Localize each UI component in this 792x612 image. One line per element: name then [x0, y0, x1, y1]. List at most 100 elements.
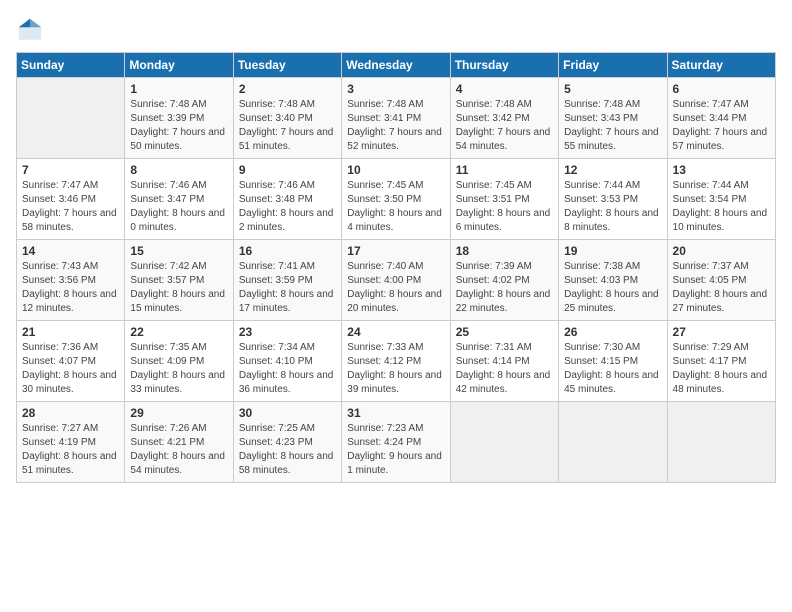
calendar-cell: 17 Sunrise: 7:40 AMSunset: 4:00 PMDayligh… [342, 240, 450, 321]
day-number: 4 [456, 82, 553, 96]
day-number: 5 [564, 82, 661, 96]
calendar-cell: 10 Sunrise: 7:45 AMSunset: 3:50 PMDayligh… [342, 159, 450, 240]
calendar-cell: 7 Sunrise: 7:47 AMSunset: 3:46 PMDaylight… [17, 159, 125, 240]
calendar-cell: 28 Sunrise: 7:27 AMSunset: 4:19 PMDayligh… [17, 402, 125, 483]
day-info: Sunrise: 7:33 AMSunset: 4:12 PMDaylight:… [347, 341, 444, 397]
calendar-cell: 20 Sunrise: 7:37 AMSunset: 4:05 PMDayligh… [667, 240, 775, 321]
day-number: 21 [22, 325, 119, 339]
calendar-cell: 8 Sunrise: 7:46 AMSunset: 3:47 PMDaylight… [125, 159, 233, 240]
day-info: Sunrise: 7:42 AMSunset: 3:57 PMDaylight:… [130, 260, 227, 316]
column-header-sunday: Sunday [17, 53, 125, 78]
calendar-cell [667, 402, 775, 483]
column-header-monday: Monday [125, 53, 233, 78]
day-number: 20 [673, 244, 770, 258]
week-row-3: 14 Sunrise: 7:43 AMSunset: 3:56 PMDayligh… [17, 240, 776, 321]
day-number: 24 [347, 325, 444, 339]
calendar-cell: 1Sunrise: 7:48 AMSunset: 3:39 PMDaylight… [125, 78, 233, 159]
day-number: 16 [239, 244, 336, 258]
column-header-friday: Friday [559, 53, 667, 78]
day-info: Sunrise: 7:30 AMSunset: 4:15 PMDaylight:… [564, 341, 661, 397]
calendar-cell: 23Sunrise: 7:34 AMSunset: 4:10 PMDayligh… [233, 321, 341, 402]
day-number: 28 [22, 406, 119, 420]
calendar-cell: 2Sunrise: 7:48 AMSunset: 3:40 PMDaylight… [233, 78, 341, 159]
day-info: Sunrise: 7:34 AMSunset: 4:10 PMDaylight:… [239, 341, 336, 397]
calendar-cell: 22Sunrise: 7:35 AMSunset: 4:09 PMDayligh… [125, 321, 233, 402]
week-row-1: 1Sunrise: 7:48 AMSunset: 3:39 PMDaylight… [17, 78, 776, 159]
day-number: 30 [239, 406, 336, 420]
day-info: Sunrise: 7:31 AMSunset: 4:14 PMDaylight:… [456, 341, 553, 397]
day-number: 14 [22, 244, 119, 258]
calendar-cell: 9 Sunrise: 7:46 AMSunset: 3:48 PMDaylight… [233, 159, 341, 240]
day-info: Sunrise: 7:29 AMSunset: 4:17 PMDaylight:… [673, 341, 770, 397]
day-info: Sunrise: 7:47 AMSunset: 3:44 PMDaylight:… [673, 98, 770, 154]
day-info: Sunrise: 7:46 AMSunset: 3:48 PMDaylight:… [239, 179, 336, 235]
day-number: 17 [347, 244, 444, 258]
calendar-cell: 26 Sunrise: 7:30 AMSunset: 4:15 PMDayligh… [559, 321, 667, 402]
week-row-4: 21 Sunrise: 7:36 AMSunset: 4:07 PMDayligh… [17, 321, 776, 402]
calendar-cell: 19 Sunrise: 7:38 AMSunset: 4:03 PMDayligh… [559, 240, 667, 321]
day-info: Sunrise: 7:26 AMSunset: 4:21 PMDaylight:… [130, 422, 227, 478]
day-number: 2 [239, 82, 336, 96]
day-info: Sunrise: 7:37 AMSunset: 4:05 PMDaylight:… [673, 260, 770, 316]
column-header-thursday: Thursday [450, 53, 558, 78]
calendar-cell: 15 Sunrise: 7:42 AMSunset: 3:57 PMDayligh… [125, 240, 233, 321]
day-number: 25 [456, 325, 553, 339]
calendar-cell: 21 Sunrise: 7:36 AMSunset: 4:07 PMDayligh… [17, 321, 125, 402]
calendar-cell: 18 Sunrise: 7:39 AMSunset: 4:02 PMDayligh… [450, 240, 558, 321]
day-info: Sunrise: 7:40 AMSunset: 4:00 PMDaylight:… [347, 260, 444, 316]
day-number: 15 [130, 244, 227, 258]
day-info: Sunrise: 7:48 AMSunset: 3:42 PMDaylight:… [456, 98, 553, 154]
day-number: 6 [673, 82, 770, 96]
day-number: 3 [347, 82, 444, 96]
day-info: Sunrise: 7:48 AMSunset: 3:41 PMDaylight:… [347, 98, 444, 154]
calendar-cell: 12 Sunrise: 7:44 AMSunset: 3:53 PMDayligh… [559, 159, 667, 240]
calendar-cell: 16 Sunrise: 7:41 AMSunset: 3:59 PMDayligh… [233, 240, 341, 321]
day-info: Sunrise: 7:36 AMSunset: 4:07 PMDaylight:… [22, 341, 119, 397]
day-number: 18 [456, 244, 553, 258]
day-number: 13 [673, 163, 770, 177]
day-number: 8 [130, 163, 227, 177]
day-info: Sunrise: 7:43 AMSunset: 3:56 PMDaylight:… [22, 260, 119, 316]
day-number: 31 [347, 406, 444, 420]
day-info: Sunrise: 7:38 AMSunset: 4:03 PMDaylight:… [564, 260, 661, 316]
calendar-cell: 11Sunrise: 7:45 AMSunset: 3:51 PMDayligh… [450, 159, 558, 240]
calendar-table: SundayMondayTuesdayWednesdayThursdayFrid… [16, 52, 776, 483]
day-info: Sunrise: 7:47 AMSunset: 3:46 PMDaylight:… [22, 179, 119, 235]
calendar-cell: 5 Sunrise: 7:48 AMSunset: 3:43 PMDaylight… [559, 78, 667, 159]
day-info: Sunrise: 7:46 AMSunset: 3:47 PMDaylight:… [130, 179, 227, 235]
day-info: Sunrise: 7:45 AMSunset: 3:50 PMDaylight:… [347, 179, 444, 235]
calendar-cell: 31 Sunrise: 7:23 AMSunset: 4:24 PMDayligh… [342, 402, 450, 483]
day-number: 11 [456, 163, 553, 177]
logo [16, 16, 48, 44]
calendar-cell: 4 Sunrise: 7:48 AMSunset: 3:42 PMDaylight… [450, 78, 558, 159]
day-number: 26 [564, 325, 661, 339]
calendar-cell [17, 78, 125, 159]
logo-icon [16, 16, 44, 44]
day-number: 7 [22, 163, 119, 177]
day-info: Sunrise: 7:41 AMSunset: 3:59 PMDaylight:… [239, 260, 336, 316]
day-number: 29 [130, 406, 227, 420]
header-row: SundayMondayTuesdayWednesdayThursdayFrid… [17, 53, 776, 78]
day-info: Sunrise: 7:27 AMSunset: 4:19 PMDaylight:… [22, 422, 119, 478]
calendar-cell: 14 Sunrise: 7:43 AMSunset: 3:56 PMDayligh… [17, 240, 125, 321]
calendar-cell: 3 Sunrise: 7:48 AMSunset: 3:41 PMDaylight… [342, 78, 450, 159]
calendar-cell: 30Sunrise: 7:25 AMSunset: 4:23 PMDayligh… [233, 402, 341, 483]
day-info: Sunrise: 7:23 AMSunset: 4:24 PMDaylight:… [347, 422, 444, 478]
day-number: 9 [239, 163, 336, 177]
calendar-cell: 29 Sunrise: 7:26 AMSunset: 4:21 PMDayligh… [125, 402, 233, 483]
day-info: Sunrise: 7:44 AMSunset: 3:53 PMDaylight:… [564, 179, 661, 235]
calendar-cell [559, 402, 667, 483]
week-row-5: 28 Sunrise: 7:27 AMSunset: 4:19 PMDayligh… [17, 402, 776, 483]
calendar-cell: 25 Sunrise: 7:31 AMSunset: 4:14 PMDayligh… [450, 321, 558, 402]
column-header-wednesday: Wednesday [342, 53, 450, 78]
day-info: Sunrise: 7:48 AMSunset: 3:43 PMDaylight:… [564, 98, 661, 154]
header [16, 16, 776, 44]
calendar-cell: 6 Sunrise: 7:47 AMSunset: 3:44 PMDaylight… [667, 78, 775, 159]
day-number: 10 [347, 163, 444, 177]
day-number: 22 [130, 325, 227, 339]
day-info: Sunrise: 7:48 AMSunset: 3:39 PMDaylight:… [130, 98, 227, 154]
day-info: Sunrise: 7:39 AMSunset: 4:02 PMDaylight:… [456, 260, 553, 316]
day-number: 19 [564, 244, 661, 258]
day-number: 27 [673, 325, 770, 339]
day-number: 12 [564, 163, 661, 177]
